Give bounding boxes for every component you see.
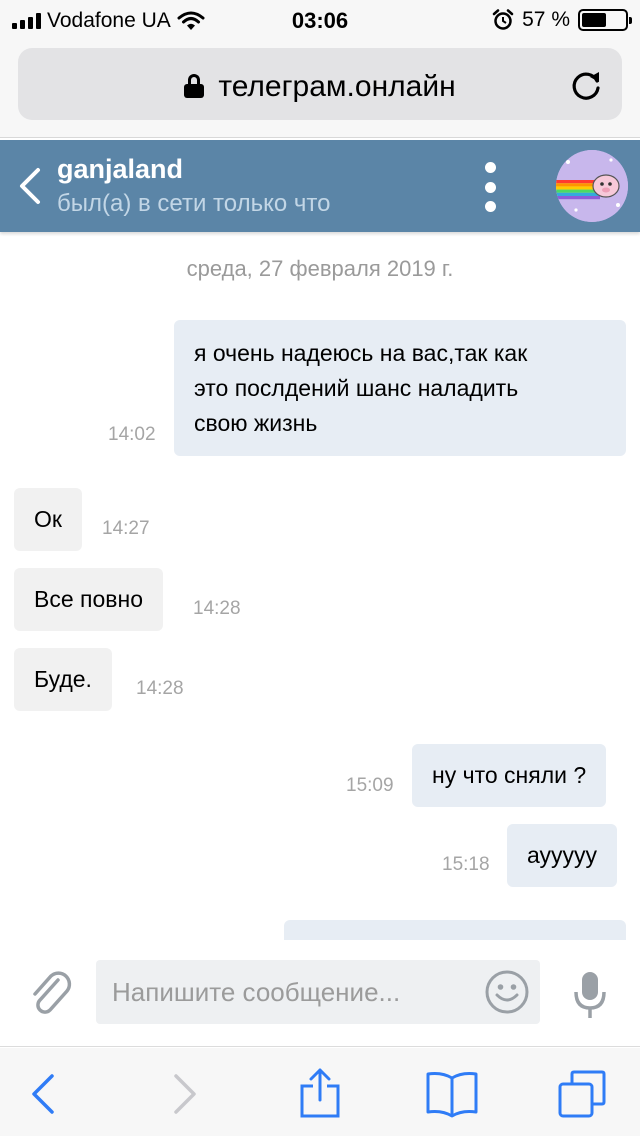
browser-toolbar xyxy=(0,1048,640,1136)
message-time: 14:28 xyxy=(193,598,241,619)
browser-chrome: телеграм.онлайн xyxy=(0,40,640,138)
message-text: Все повно xyxy=(34,586,143,612)
message-line: я очень надеюсь на вас,так как xyxy=(194,340,528,366)
bookmarks-icon[interactable] xyxy=(424,1066,480,1122)
message-text: ну что сняли ? xyxy=(432,762,587,788)
message-input-box[interactable] xyxy=(96,960,540,1024)
microphone-icon[interactable] xyxy=(572,970,608,1022)
message-bubble-incoming[interactable]: Ок xyxy=(14,488,82,551)
url-text: телеграм.онлайн xyxy=(218,70,456,103)
smiley-icon[interactable] xyxy=(484,969,530,1015)
message-time: 14:27 xyxy=(102,518,150,539)
message-text: ауyyyy xyxy=(527,842,598,868)
battery-icon xyxy=(578,9,632,31)
message-composer xyxy=(0,940,640,1047)
message-bubble-outgoing[interactable]: я очень надеюсь на вас,так как это послд… xyxy=(174,320,626,456)
chat-title[interactable]: ganjaland xyxy=(57,154,183,185)
status-right-group: 57 % xyxy=(492,8,632,32)
url-display[interactable]: телеграм.онлайн xyxy=(18,70,622,104)
alarm-icon xyxy=(492,9,514,30)
message-text: Буде. xyxy=(34,666,92,692)
message-bubble-outgoing[interactable]: ауyyyy xyxy=(507,824,618,887)
battery-level xyxy=(582,13,606,27)
forward-arrow-icon[interactable] xyxy=(156,1066,212,1122)
avatar[interactable] xyxy=(556,150,628,222)
chat-status: был(а) в сети только что xyxy=(57,190,331,217)
back-arrow-icon[interactable] xyxy=(16,1066,72,1122)
message-time: 14:28 xyxy=(136,678,184,699)
message-input[interactable] xyxy=(112,960,482,1024)
message-time: 14:02 xyxy=(108,424,156,445)
chat-header: ganjaland был(а) в сети только что xyxy=(0,140,640,232)
date-separator: среда, 27 февраля 2019 г. xyxy=(186,256,454,281)
message-time: 15:09 xyxy=(346,775,394,796)
message-text: Ок xyxy=(34,506,62,532)
message-bubble-incoming[interactable]: Все повно xyxy=(14,568,163,631)
share-icon[interactable] xyxy=(292,1066,348,1122)
message-line: свою жизнь xyxy=(194,410,318,436)
reload-icon[interactable] xyxy=(570,68,604,102)
message-time: 15:18 xyxy=(442,854,490,875)
paperclip-icon[interactable] xyxy=(28,968,74,1018)
chevron-left-icon[interactable] xyxy=(16,166,44,206)
tabs-icon[interactable] xyxy=(556,1066,612,1122)
message-line: это послдений шанс наладить xyxy=(194,375,519,401)
address-bar[interactable]: телеграм.онлайн xyxy=(18,48,622,120)
message-bubble-incoming[interactable]: Буде. xyxy=(14,648,112,711)
message-bubble-outgoing[interactable]: ну что сняли ? xyxy=(412,744,607,807)
battery-percent: 57 % xyxy=(522,8,570,31)
nyan-cat-avatar xyxy=(556,150,628,222)
status-bar: Vodafone UA 03:06 57 % xyxy=(0,0,640,40)
more-vertical-icon[interactable] xyxy=(482,162,498,212)
lock-icon xyxy=(184,74,205,98)
